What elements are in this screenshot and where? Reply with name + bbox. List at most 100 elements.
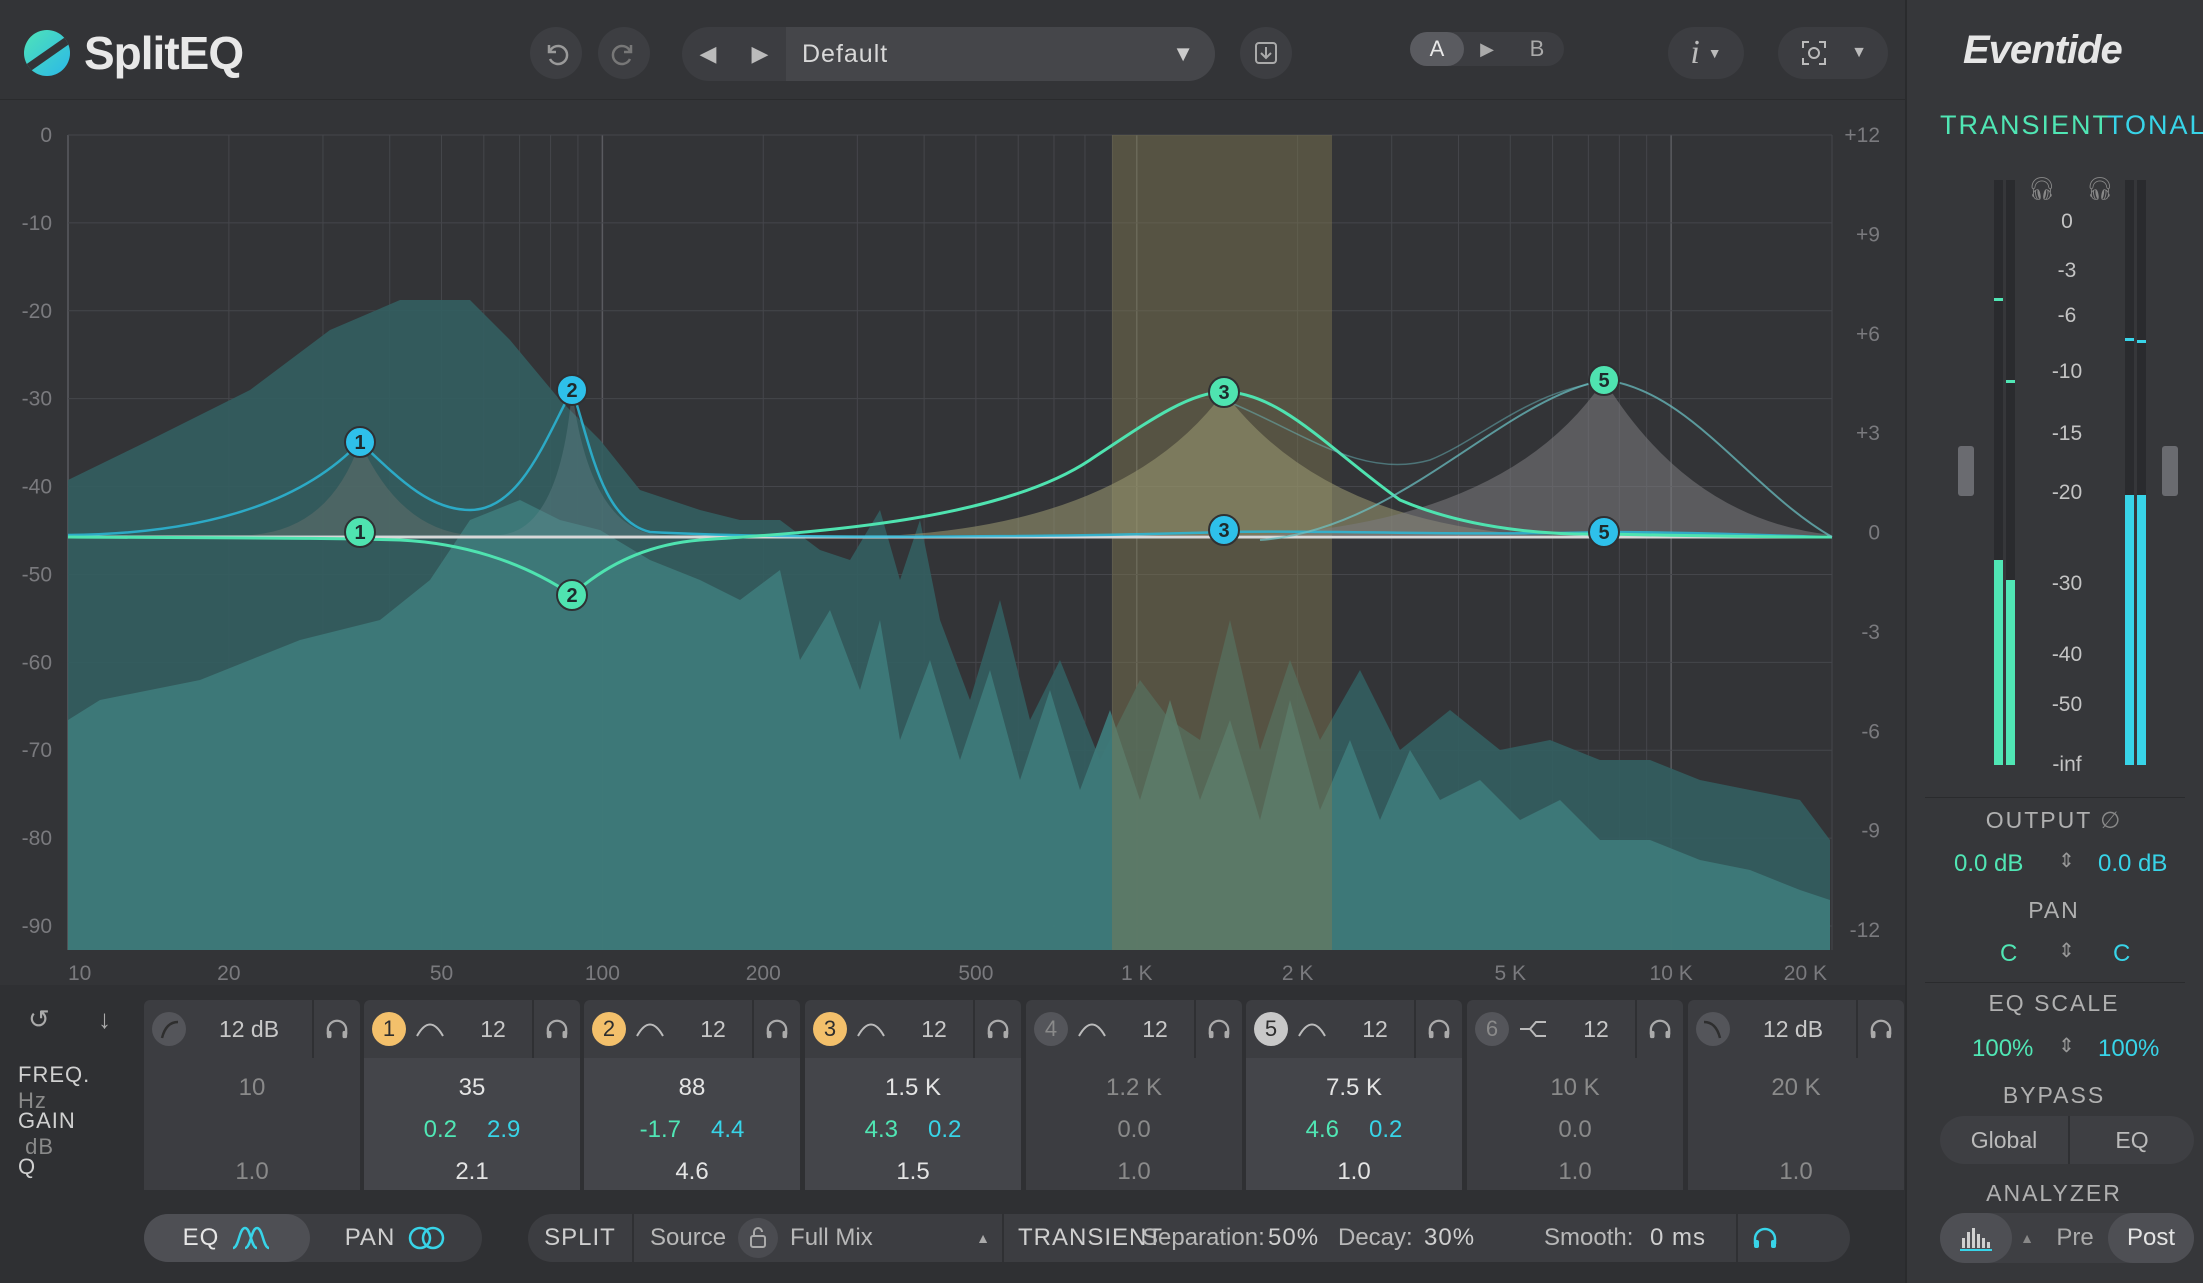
band-solo-button[interactable] <box>754 1018 800 1040</box>
band-2-transient-node[interactable]: 2 <box>556 579 588 611</box>
next-preset-button[interactable]: ▶ <box>734 27 786 81</box>
arrow-down-icon[interactable]: ↓ <box>98 1004 112 1035</box>
transient-output-fader[interactable] <box>1958 446 1974 496</box>
band-freq-value[interactable]: 10 K <box>1467 1074 1683 1102</box>
tonal-output-fader[interactable] <box>2162 446 2178 496</box>
ab-b-button[interactable]: B <box>1510 36 1564 62</box>
eq-scale-transient-value[interactable]: 100% <box>1972 1035 2033 1063</box>
band-q-value[interactable]: 1.5 <box>805 1158 1021 1186</box>
bell-filter-icon[interactable] <box>1288 1019 1336 1039</box>
eq-graph-canvas[interactable]: 0 -10 -20 -30 -40 -50 -60 -70 -80 -90 +12 +9 +6 +3 0 -3… <box>0 100 1905 985</box>
band-solo-button[interactable] <box>1858 1018 1904 1040</box>
pan-transient-value[interactable]: C <box>2000 940 2017 968</box>
resize-menu-button[interactable]: ▼ <box>1778 27 1888 79</box>
undo-button[interactable] <box>530 27 582 79</box>
analyzer-pre-button[interactable]: Pre <box>2042 1224 2108 1252</box>
transient-solo-headphones-icon[interactable]: 🎧︎ <box>2028 176 2056 202</box>
save-preset-button[interactable] <box>1240 27 1292 79</box>
band-solo-button[interactable] <box>1196 1018 1242 1040</box>
band-gain-value[interactable]: 0.0 <box>1117 1116 1150 1143</box>
band-solo-button[interactable] <box>975 1018 1021 1040</box>
bypass-global-button[interactable]: Global <box>1940 1116 2070 1164</box>
band-freq-value[interactable]: 1.5 K <box>805 1074 1021 1102</box>
band-freq-value[interactable]: 88 <box>584 1074 800 1102</box>
band-1-tonal-node[interactable]: 1 <box>344 426 376 458</box>
band-slope-value[interactable]: 12 <box>1116 1016 1194 1043</box>
eq-scale-tonal-value[interactable]: 100% <box>2098 1035 2159 1063</box>
output-tonal-value[interactable]: 0.0 dB <box>2098 850 2167 878</box>
band-gain-transient[interactable]: -1.7 <box>640 1116 681 1143</box>
lock-icon[interactable] <box>738 1218 779 1258</box>
band-solo-button[interactable] <box>1637 1018 1683 1040</box>
smooth-value[interactable]: 0 ms <box>1650 1224 1736 1252</box>
chevron-up-icon[interactable]: ▲ <box>2012 1230 2042 1246</box>
band-enable-button[interactable]: 2 <box>592 1012 626 1046</box>
band-gain-value[interactable]: 0.0 <box>1558 1116 1591 1143</box>
band-q-value[interactable]: 1.0 <box>144 1158 360 1186</box>
info-menu-button[interactable]: i ▼ <box>1668 27 1744 79</box>
pan-tonal-value[interactable]: C <box>2113 940 2130 968</box>
bell-filter-icon[interactable] <box>626 1019 674 1039</box>
ab-copy-button[interactable]: ▶ <box>1464 39 1510 60</box>
band-gain-tonal[interactable]: 0.2 <box>1369 1116 1402 1143</box>
split-solo-button[interactable] <box>1736 1214 1792 1262</box>
band-slope-value[interactable]: 12 <box>454 1016 532 1043</box>
band-slope-value[interactable]: 12 <box>1336 1016 1414 1043</box>
band-5-transient-node[interactable]: 5 <box>1588 364 1620 396</box>
band-slope-value[interactable]: 12 <box>1557 1016 1635 1043</box>
analyzer-post-button[interactable]: Post <box>2108 1213 2194 1263</box>
pan-view-button[interactable]: PAN <box>310 1224 482 1252</box>
bell-filter-icon[interactable] <box>1068 1019 1116 1039</box>
band-freq-value[interactable]: 20 K <box>1688 1074 1904 1102</box>
reset-icon[interactable]: ↺ <box>28 1004 51 1035</box>
band-solo-button[interactable] <box>534 1018 580 1040</box>
band-enable-button[interactable]: 1 <box>372 1012 406 1046</box>
band-freq-value[interactable]: 7.5 K <box>1246 1074 1462 1102</box>
band-gain-tonal[interactable]: 2.9 <box>487 1116 520 1143</box>
output-transient-value[interactable]: 0.0 dB <box>1954 850 2023 878</box>
low-cut-icon[interactable] <box>152 1012 186 1046</box>
preset-dropdown[interactable]: Default ▼ <box>786 27 1215 81</box>
band-slope-value[interactable]: 12 <box>674 1016 752 1043</box>
band-slope-value[interactable]: 12 <box>895 1016 973 1043</box>
high-cut-icon[interactable] <box>1696 1012 1730 1046</box>
band-2-tonal-node[interactable]: 2 <box>556 374 588 406</box>
band-slope-value[interactable]: 12 dB <box>1730 1016 1856 1043</box>
separation-value[interactable]: 50% <box>1268 1224 1338 1252</box>
band-solo-button[interactable] <box>314 1018 360 1040</box>
band-solo-button[interactable] <box>1416 1018 1462 1040</box>
prev-preset-button[interactable]: ◀ <box>682 27 734 81</box>
bypass-eq-button[interactable]: EQ <box>2070 1116 2194 1164</box>
band-freq-value[interactable]: 1.2 K <box>1026 1074 1242 1102</box>
band-enable-button[interactable]: 4 <box>1034 1012 1068 1046</box>
band-q-value[interactable]: 2.1 <box>364 1158 580 1186</box>
link-updown-icon[interactable]: ⇕ <box>2058 848 2075 873</box>
band-3-tonal-node[interactable]: 3 <box>1208 514 1240 546</box>
decay-value[interactable]: 30% <box>1424 1224 1544 1252</box>
band-enable-button[interactable]: 6 <box>1475 1012 1509 1046</box>
bell-filter-icon[interactable] <box>847 1019 895 1039</box>
band-gain-transient[interactable]: 4.3 <box>865 1116 898 1143</box>
band-enable-button[interactable]: 3 <box>813 1012 847 1046</box>
band-gain-tonal[interactable]: 4.4 <box>711 1116 744 1143</box>
link-updown-icon[interactable]: ⇕ <box>2058 938 2075 963</box>
band-3-transient-node[interactable]: 3 <box>1208 376 1240 408</box>
band-slope-value[interactable]: 12 dB <box>186 1016 312 1043</box>
source-selector[interactable]: Source Full Mix ▲ <box>634 1214 1004 1262</box>
band-1-transient-node[interactable]: 1 <box>344 516 376 548</box>
preset-selector[interactable]: ◀ ▶ Default ▼ <box>682 27 1215 81</box>
band-q-value[interactable]: 1.0 <box>1467 1158 1683 1186</box>
analyzer-toggle-button[interactable] <box>1940 1213 2012 1263</box>
band-q-value[interactable]: 4.6 <box>584 1158 800 1186</box>
bell-filter-icon[interactable] <box>406 1019 454 1039</box>
tonal-solo-headphones-icon[interactable]: 🎧︎ <box>2086 176 2114 202</box>
band-q-value[interactable]: 1.0 <box>1246 1158 1462 1186</box>
band-gain-transient[interactable]: 4.6 <box>1306 1116 1339 1143</box>
band-q-value[interactable]: 1.0 <box>1026 1158 1242 1186</box>
eq-graph[interactable]: 0 -10 -20 -30 -40 -50 -60 -70 -80 -90 +12 +9 +6 +3 0 -3… <box>0 100 1905 985</box>
band-gain-tonal[interactable]: 0.2 <box>928 1116 961 1143</box>
band-freq-value[interactable]: 10 <box>144 1074 360 1102</box>
redo-button[interactable] <box>598 27 650 79</box>
phase-invert-icon[interactable]: ∅ <box>2100 807 2122 833</box>
band-enable-button[interactable]: 5 <box>1254 1012 1288 1046</box>
